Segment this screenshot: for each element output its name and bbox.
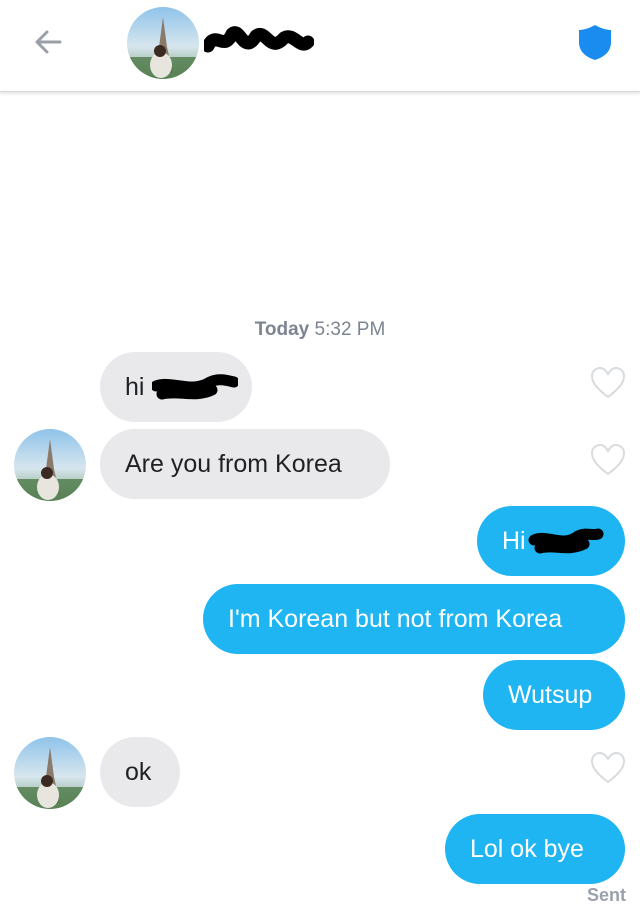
outgoing-message-bubble[interactable]: I'm Korean but not from Korea bbox=[203, 584, 625, 654]
timestamp-day: Today bbox=[254, 319, 310, 340]
message-row: Are you from Korea bbox=[0, 429, 640, 501]
message-row: I'm Korean but not from Korea bbox=[0, 584, 640, 654]
message-text: Are you from Korea bbox=[125, 450, 342, 478]
sender-avatar[interactable] bbox=[14, 429, 86, 501]
outgoing-message-bubble[interactable]: Lol ok bye bbox=[445, 814, 625, 884]
message-row: ok bbox=[0, 737, 640, 809]
timestamp-time: 5:32 PM bbox=[314, 319, 386, 340]
redaction-mark bbox=[152, 374, 238, 400]
message-row: hi bbox=[0, 352, 640, 422]
message-text: hi bbox=[125, 373, 145, 401]
message-text: I'm Korean but not from Korea bbox=[228, 605, 563, 633]
match-avatar[interactable] bbox=[127, 7, 199, 79]
sent-status: Sent bbox=[586, 885, 626, 905]
arrow-left-icon bbox=[35, 30, 62, 54]
conversation-timestamp: Today 5:32 PM bbox=[0, 319, 640, 341]
back-button[interactable] bbox=[30, 24, 70, 60]
like-message-button[interactable] bbox=[590, 366, 626, 400]
outgoing-message-bubble[interactable]: Wutsup bbox=[483, 660, 625, 730]
shield-icon bbox=[579, 25, 611, 60]
message-text: Lol ok bye bbox=[470, 835, 584, 863]
message-row: Hi bbox=[0, 506, 640, 576]
chat-header bbox=[0, 0, 640, 92]
heart-outline-icon bbox=[590, 751, 626, 784]
match-name-redacted bbox=[201, 16, 315, 66]
incoming-message-bubble[interactable]: Are you from Korea bbox=[100, 429, 390, 499]
redaction-mark bbox=[528, 528, 604, 554]
safety-toolkit-button[interactable] bbox=[576, 22, 614, 62]
message-text: ok bbox=[125, 758, 152, 786]
sender-avatar[interactable] bbox=[14, 737, 86, 809]
incoming-message-bubble[interactable]: ok bbox=[100, 737, 180, 807]
message-text: Hi bbox=[502, 527, 526, 555]
heart-outline-icon bbox=[590, 443, 626, 476]
message-row: Lol ok bye bbox=[0, 814, 640, 884]
message-text: Wutsup bbox=[508, 681, 593, 709]
message-row: Wutsup bbox=[0, 660, 640, 730]
like-message-button[interactable] bbox=[590, 751, 626, 785]
like-message-button[interactable] bbox=[590, 443, 626, 477]
heart-outline-icon bbox=[590, 366, 626, 399]
